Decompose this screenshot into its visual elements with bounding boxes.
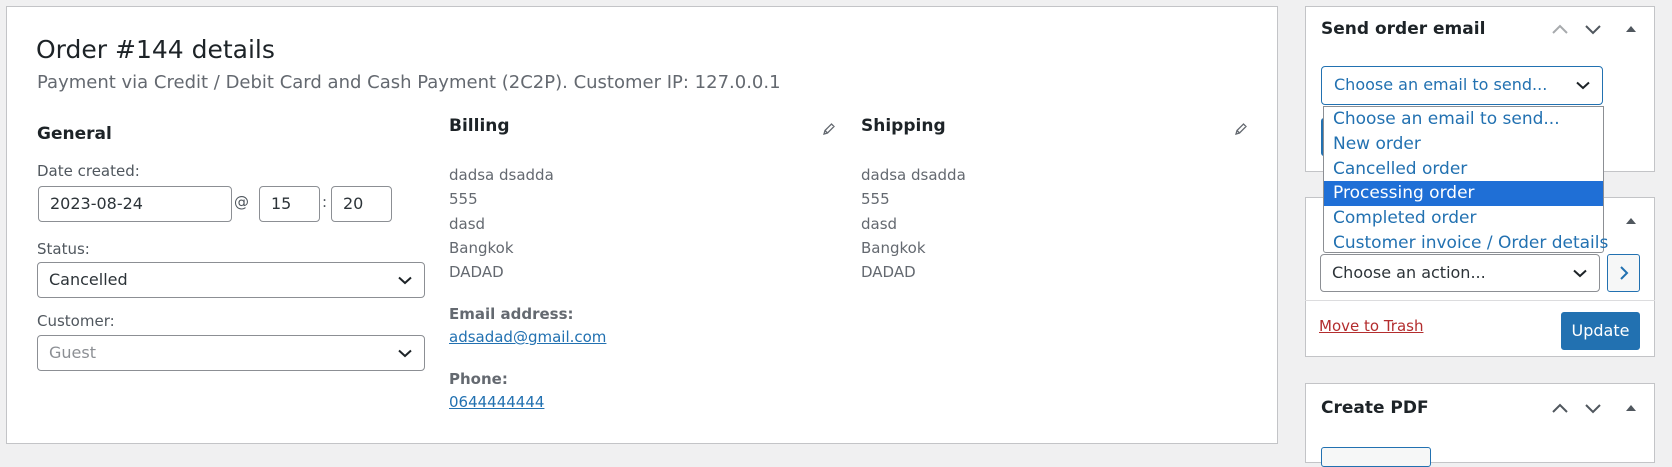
collapse-toggle-icon[interactable] — [1621, 400, 1641, 416]
shipping-heading: Shipping — [861, 116, 946, 136]
hour-input[interactable]: 15 — [259, 186, 320, 222]
customer-value: Guest — [49, 343, 96, 362]
billing-heading: Billing — [449, 116, 510, 136]
order-action-value: Choose an action... — [1332, 263, 1486, 282]
create-pdf-button[interactable] — [1321, 447, 1431, 467]
apply-action-button[interactable] — [1607, 254, 1640, 292]
create-pdf-title: Create PDF — [1321, 398, 1429, 418]
move-up-icon[interactable] — [1550, 21, 1570, 37]
chevron-right-icon — [1620, 266, 1629, 280]
update-button[interactable]: Update — [1561, 312, 1640, 350]
order-title: Order #144 details — [36, 35, 275, 64]
chevron-down-icon — [1576, 81, 1590, 90]
general-heading: General — [37, 124, 112, 144]
shipping-address-line: Bangkok — [861, 238, 926, 257]
send-order-email-title: Send order email — [1321, 19, 1486, 39]
move-to-trash-link[interactable]: Move to Trash — [1319, 317, 1423, 335]
shipping-address-line: 555 — [861, 190, 890, 209]
email-option[interactable]: Choose an email to send... — [1324, 107, 1603, 132]
collapse-toggle-icon[interactable] — [1621, 213, 1641, 229]
email-option[interactable]: Completed order — [1324, 206, 1603, 231]
collapse-toggle-icon[interactable] — [1621, 21, 1641, 37]
at-separator: @ — [234, 193, 249, 211]
minute-input[interactable]: 20 — [331, 186, 392, 222]
shipping-address: dadsa dsadda 555 dasd Bangkok DADAD — [861, 163, 966, 284]
email-option[interactable]: New order — [1324, 132, 1603, 157]
email-select-value: Choose an email to send... — [1334, 75, 1548, 94]
order-subtitle: Payment via Credit / Debit Card and Cash… — [37, 72, 781, 93]
customer-label: Customer: — [37, 312, 115, 330]
shipping-address-line: dasd — [861, 214, 898, 233]
status-select[interactable]: Cancelled — [37, 262, 425, 298]
order-action-select[interactable]: Choose an action... — [1320, 254, 1600, 292]
email-address-label: Email address: — [449, 305, 574, 323]
email-options-dropdown[interactable]: Choose an email to send... New order Can… — [1323, 106, 1608, 256]
chevron-down-icon — [398, 349, 412, 358]
billing-address-line: 555 — [449, 190, 478, 209]
billing-address: dadsa dsadda 555 dasd Bangkok DADAD — [449, 163, 554, 284]
status-value: Cancelled — [49, 270, 128, 289]
move-down-icon[interactable] — [1583, 21, 1603, 37]
billing-address-line: DADAD — [449, 263, 504, 282]
chevron-down-icon — [398, 276, 412, 285]
email-option-highlighted[interactable]: Processing order — [1324, 181, 1603, 207]
status-label: Status: — [37, 240, 90, 258]
date-created-label: Date created: — [37, 162, 140, 180]
date-input[interactable]: 2023-08-24 — [38, 186, 232, 222]
billing-address-line: Bangkok — [449, 238, 514, 257]
customer-select[interactable]: Guest — [37, 335, 425, 371]
time-colon: : — [322, 193, 328, 211]
shipping-address-line: dadsa dsadda — [861, 166, 966, 184]
billing-address-line: dasd — [449, 214, 486, 233]
edit-billing-pencil-icon[interactable] — [822, 122, 836, 136]
email-option[interactable]: Cancelled order — [1324, 157, 1603, 182]
billing-phone-link[interactable]: 0644444444 — [449, 393, 544, 411]
move-down-icon[interactable] — [1583, 400, 1603, 416]
email-select[interactable]: Choose an email to send... — [1321, 66, 1603, 105]
move-up-icon[interactable] — [1550, 400, 1570, 416]
billing-address-line: dadsa dsadda — [449, 166, 554, 184]
actions-divider — [1305, 300, 1655, 301]
email-option[interactable]: Customer invoice / Order details — [1324, 231, 1608, 256]
chevron-down-icon — [1573, 269, 1587, 278]
phone-label: Phone: — [449, 370, 508, 388]
billing-email-link[interactable]: adsadad@gmail.com — [449, 328, 606, 346]
shipping-address-line: DADAD — [861, 263, 916, 282]
edit-shipping-pencil-icon[interactable] — [1234, 122, 1248, 136]
